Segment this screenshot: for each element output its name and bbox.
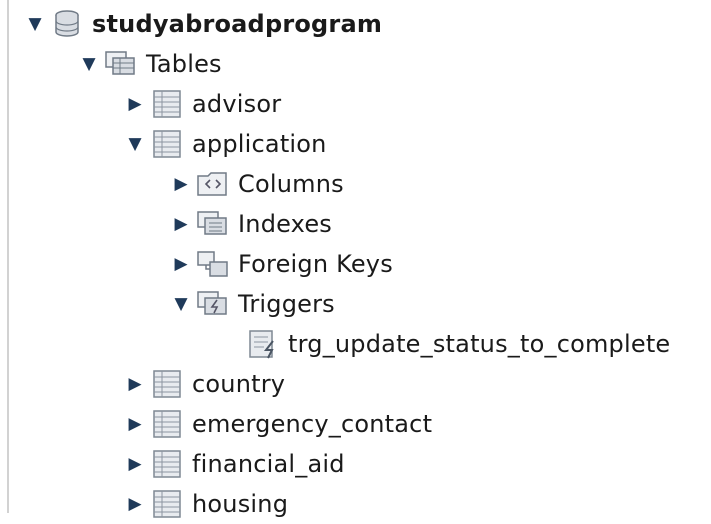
columns-folder-icon — [197, 172, 227, 196]
expand-arrow-right-icon[interactable]: ▶ — [124, 454, 146, 474]
tree-node-indexes[interactable]: ▶ Indexes — [170, 204, 332, 244]
tree-node-columns[interactable]: ▶ Columns — [170, 164, 344, 204]
table-label-advisor: advisor — [192, 90, 282, 118]
expand-arrow-down-icon[interactable]: ▼ — [24, 14, 46, 34]
tree-node-table-country[interactable]: ▶ country — [124, 364, 285, 404]
expand-arrow-right-icon[interactable]: ▶ — [124, 414, 146, 434]
node-label-columns: Columns — [238, 170, 344, 198]
tree-node-triggers[interactable]: ▼ Triggers — [170, 284, 335, 324]
indexes-folder-icon — [197, 211, 227, 235]
expand-arrow-right-icon[interactable]: ▶ — [124, 494, 146, 514]
expand-arrow-right-icon[interactable]: ▶ — [124, 94, 146, 114]
table-label-financial-aid: financial_aid — [192, 450, 345, 478]
node-label-foreign-keys: Foreign Keys — [238, 250, 393, 278]
tree-node-studyabroadprogram[interactable]: ▼ studyabroadprogram — [24, 4, 382, 44]
tree-node-table-advisor[interactable]: ▶ advisor — [124, 84, 281, 124]
tables-folder-icon — [105, 51, 135, 75]
schema-label: studyabroadprogram — [92, 10, 383, 38]
tree-node-table-application[interactable]: ▼ application — [124, 124, 327, 164]
expand-arrow-down-icon[interactable]: ▼ — [78, 54, 100, 74]
table-label-country: country — [192, 370, 286, 398]
tree-node-foreign-keys[interactable]: ▶ Foreign Keys — [170, 244, 393, 284]
trigger-icon — [249, 330, 274, 359]
tree-node-tables[interactable]: ▼ Tables — [78, 44, 222, 84]
table-icon — [153, 370, 181, 398]
table-icon — [153, 450, 181, 478]
table-icon — [153, 90, 181, 118]
expand-arrow-right-icon[interactable]: ▶ — [170, 254, 192, 274]
table-icon — [153, 130, 181, 158]
expand-arrow-right-icon[interactable]: ▶ — [124, 374, 146, 394]
table-label-housing: housing — [192, 490, 289, 518]
trigger-label: trg_update_status_to_complete — [288, 330, 671, 358]
tree-node-table-emergency-contact[interactable]: ▶ emergency_contact — [124, 404, 432, 444]
expand-arrow-down-icon[interactable]: ▼ — [124, 134, 146, 154]
table-icon — [153, 490, 181, 518]
database-icon — [55, 10, 79, 37]
tree-node-table-housing[interactable]: ▶ housing — [124, 484, 288, 524]
node-label-triggers: Triggers — [238, 290, 335, 318]
tables-group-label: Tables — [146, 50, 222, 78]
tree-node-table-financial-aid[interactable]: ▶ financial_aid — [124, 444, 345, 484]
table-label-emergency-contact: emergency_contact — [192, 410, 433, 438]
tree-left-border — [7, 0, 9, 513]
table-icon — [153, 410, 181, 438]
tree-node-trigger-trg-update-status-to-complete[interactable]: trg_update_status_to_complete — [246, 324, 670, 364]
foreign-keys-folder-icon — [197, 251, 228, 277]
expand-arrow-right-icon[interactable]: ▶ — [170, 174, 192, 194]
expand-arrow-down-icon[interactable]: ▼ — [170, 294, 192, 314]
table-label-application: application — [192, 130, 327, 158]
node-label-indexes: Indexes — [238, 210, 333, 238]
expand-arrow-right-icon[interactable]: ▶ — [170, 214, 192, 234]
triggers-folder-icon — [197, 291, 227, 315]
